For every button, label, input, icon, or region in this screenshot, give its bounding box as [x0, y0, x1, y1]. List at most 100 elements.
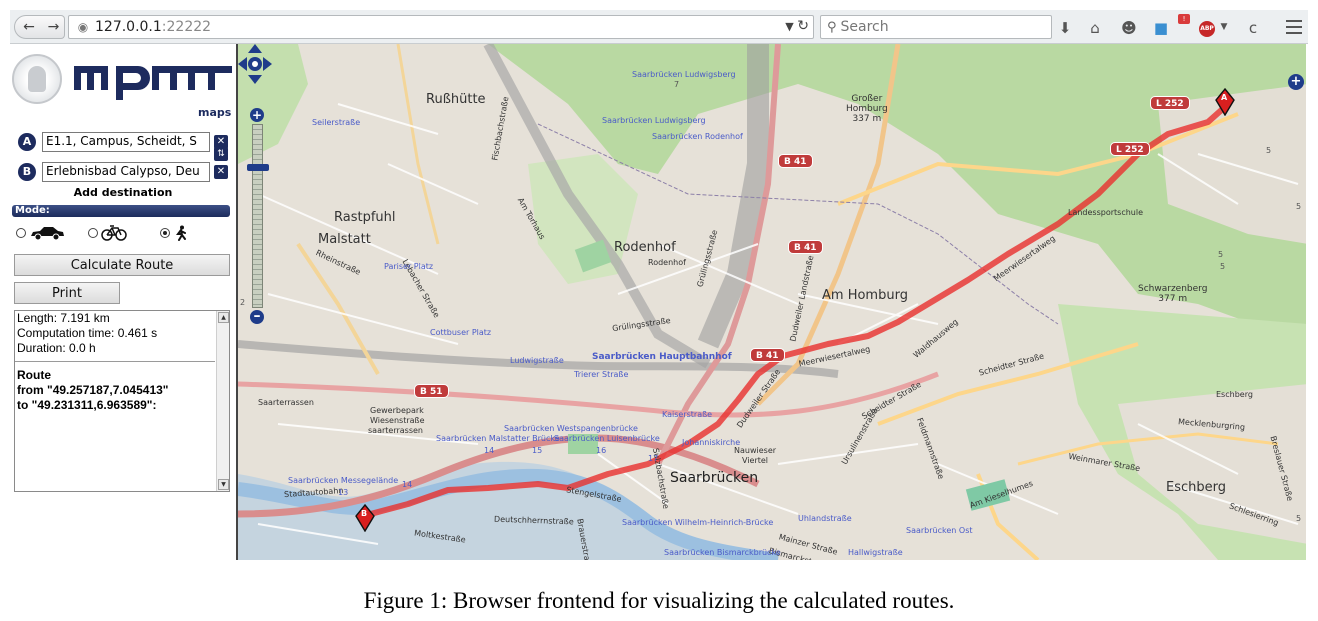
road-badge: B 41 — [750, 348, 785, 362]
map-number: 13 — [338, 488, 349, 497]
route-to: to "49.231311,6.963589": — [17, 398, 157, 412]
map-label: Saarbrücken Ost — [906, 526, 973, 535]
mode-walk-radio[interactable] — [160, 228, 170, 238]
tram-stop-label: Saarbrücken Luisenbrücke — [554, 434, 660, 443]
search-placeholder: Search — [840, 19, 889, 35]
road-badge: B 41 — [788, 240, 823, 254]
map-label: Eschberg — [1166, 480, 1226, 495]
tram-stop-label: Hallwigstraße — [848, 548, 903, 557]
figure-frame: ← → ◉ 127.0.0.1:22222 ▼ ↻ ⚲ Search ⬇ ⌂ ☻… — [0, 0, 1318, 621]
map-number: 5 — [1218, 250, 1224, 259]
maps-label: maps — [198, 106, 232, 119]
peak-name: Großer — [851, 94, 883, 104]
tram-stop-label: Uhlandstraße — [798, 514, 852, 523]
tram-stop-label: Saarbrücken Hauptbahnhof — [592, 352, 732, 362]
pocket-icon[interactable]: ■ — [1152, 19, 1170, 37]
forward-arrow-icon: → — [47, 19, 60, 35]
print-button[interactable]: Print — [14, 282, 120, 304]
zoom-in-icon[interactable]: + — [250, 108, 264, 122]
map-label: Viertel — [742, 456, 769, 465]
computation-time: Computation time: 0.461 s — [17, 326, 158, 340]
peak-label: Großer Homburg 337 m — [846, 94, 888, 124]
calculate-route-button[interactable]: Calculate Route — [14, 254, 230, 276]
map-number: 7 — [674, 80, 680, 89]
map-label: saarterrassen — [368, 426, 423, 435]
marker-a-label: A — [1221, 93, 1228, 102]
pan-control-icon[interactable] — [238, 44, 272, 84]
add-destination-link[interactable]: Add destination — [10, 186, 236, 199]
route-sidebar: maps A E1.1, Campus, Scheidt, S ✕ ⇅ B Er… — [10, 44, 236, 560]
tram-stop-label: Ludwigstraße — [510, 356, 564, 365]
origin-input[interactable]: E1.1, Campus, Scheidt, S — [42, 132, 210, 152]
stop-b-icon: B — [18, 163, 36, 181]
url-bar[interactable]: ◉ 127.0.0.1:22222 ▼ ↻ — [68, 15, 814, 39]
scroll-up-icon[interactable]: ▲ — [218, 312, 229, 323]
bicycle-icon — [101, 225, 127, 241]
marker-b-label: B — [361, 509, 368, 518]
map-label: Gewerbepark — [370, 406, 424, 415]
road-badge: L 252 — [1150, 96, 1190, 110]
search-icon: ⚲ — [827, 19, 837, 35]
dropdown-arrow-icon[interactable]: ▼ — [785, 20, 793, 33]
result-scrollbar[interactable]: ▲ ▼ — [216, 311, 229, 491]
layer-switcher-icon[interactable]: + — [1288, 74, 1304, 90]
peak-name: Schwarzenberg — [1138, 284, 1208, 294]
reload-icon[interactable]: ↻ — [797, 18, 809, 34]
clear-destination-icon[interactable]: ✕ — [214, 165, 228, 179]
zoom-slider-track[interactable] — [252, 124, 263, 308]
map-viewport[interactable]: Rußhütte Rastpfuhl Malstatt Rodenhof Rod… — [236, 44, 1306, 560]
route-result-panel[interactable]: Length: 7.191 km Computation time: 0.461… — [14, 310, 230, 492]
mode-car-radio[interactable] — [16, 228, 26, 238]
map-number: 2 — [240, 298, 246, 307]
map-number: 5 — [1296, 514, 1302, 523]
peak-height: 337 m — [852, 114, 882, 124]
zoom-slider-handle[interactable] — [247, 164, 269, 171]
stop-a-icon: A — [18, 133, 36, 151]
road-badge: B 41 — [778, 154, 813, 168]
scroll-down-icon[interactable]: ▼ — [218, 479, 229, 490]
chat-icon[interactable]: ☻ — [1120, 19, 1138, 37]
tram-stop-label: Cottbuser Platz — [430, 328, 492, 337]
notification-badge: ! — [1178, 14, 1190, 24]
route-length: Length: 7.191 km — [17, 311, 110, 325]
adblock-icon[interactable]: ABP — [1199, 21, 1215, 37]
download-icon[interactable]: ⬇ — [1056, 19, 1074, 37]
mode-walk-option[interactable] — [160, 224, 189, 242]
tram-stop-label: Saarbrücken Bismarckbrücke — [664, 548, 781, 557]
road-badge: L 252 — [1110, 142, 1150, 156]
map-number: 14 — [484, 446, 495, 455]
map-label: Rußhütte — [426, 92, 486, 107]
result-divider — [15, 361, 215, 362]
menu-icon[interactable] — [1286, 20, 1302, 34]
url-port: :22222 — [161, 19, 212, 35]
road-badge: B 51 — [414, 384, 449, 398]
stop-row-b: B Erlebnisbad Calypso, Deu ✕ — [16, 162, 228, 182]
stop-row-a: A E1.1, Campus, Scheidt, S ✕ — [16, 132, 228, 152]
back-button[interactable]: ← — [14, 15, 44, 39]
search-input[interactable]: ⚲ Search — [820, 15, 1052, 39]
tram-stop-label: Saarbrücken Rodenhof — [652, 132, 743, 141]
car-icon — [31, 227, 64, 240]
map-label: Am Homburg — [822, 288, 908, 303]
destination-input[interactable]: Erlebnisbad Calypso, Deu — [42, 162, 210, 182]
tram-stop-label: Saarbrücken Messegelände — [288, 476, 399, 485]
zoom-out-icon[interactable]: – — [250, 309, 264, 324]
map-number: 16 — [596, 446, 607, 455]
mode-car-option[interactable] — [16, 224, 65, 242]
sync-icon[interactable]: ϲ — [1244, 19, 1262, 37]
minerva-seal-icon — [12, 54, 62, 104]
map-number: 5 — [1266, 146, 1272, 155]
mode-bike-radio[interactable] — [88, 228, 98, 238]
map-label: Landessportschule — [1068, 208, 1144, 217]
tram-stop-label: Saarbrücken Malstatter Brücke — [436, 434, 560, 443]
swap-stops-icon[interactable]: ⇅ — [214, 147, 228, 161]
home-icon[interactable]: ⌂ — [1086, 19, 1104, 37]
map-label: Wiesenstraße — [370, 416, 425, 425]
mode-bike-option[interactable] — [88, 224, 127, 242]
dropdown-arrow-icon[interactable]: ▼ — [1215, 22, 1233, 32]
forward-button[interactable]: → — [43, 15, 65, 39]
url-controls: ▼ ↻ — [785, 18, 809, 34]
map-label: Saarterrassen — [258, 398, 314, 407]
tram-stop-label: Saarbrücken Westspangenbrücke — [504, 424, 638, 433]
route-heading: Route — [17, 368, 51, 382]
